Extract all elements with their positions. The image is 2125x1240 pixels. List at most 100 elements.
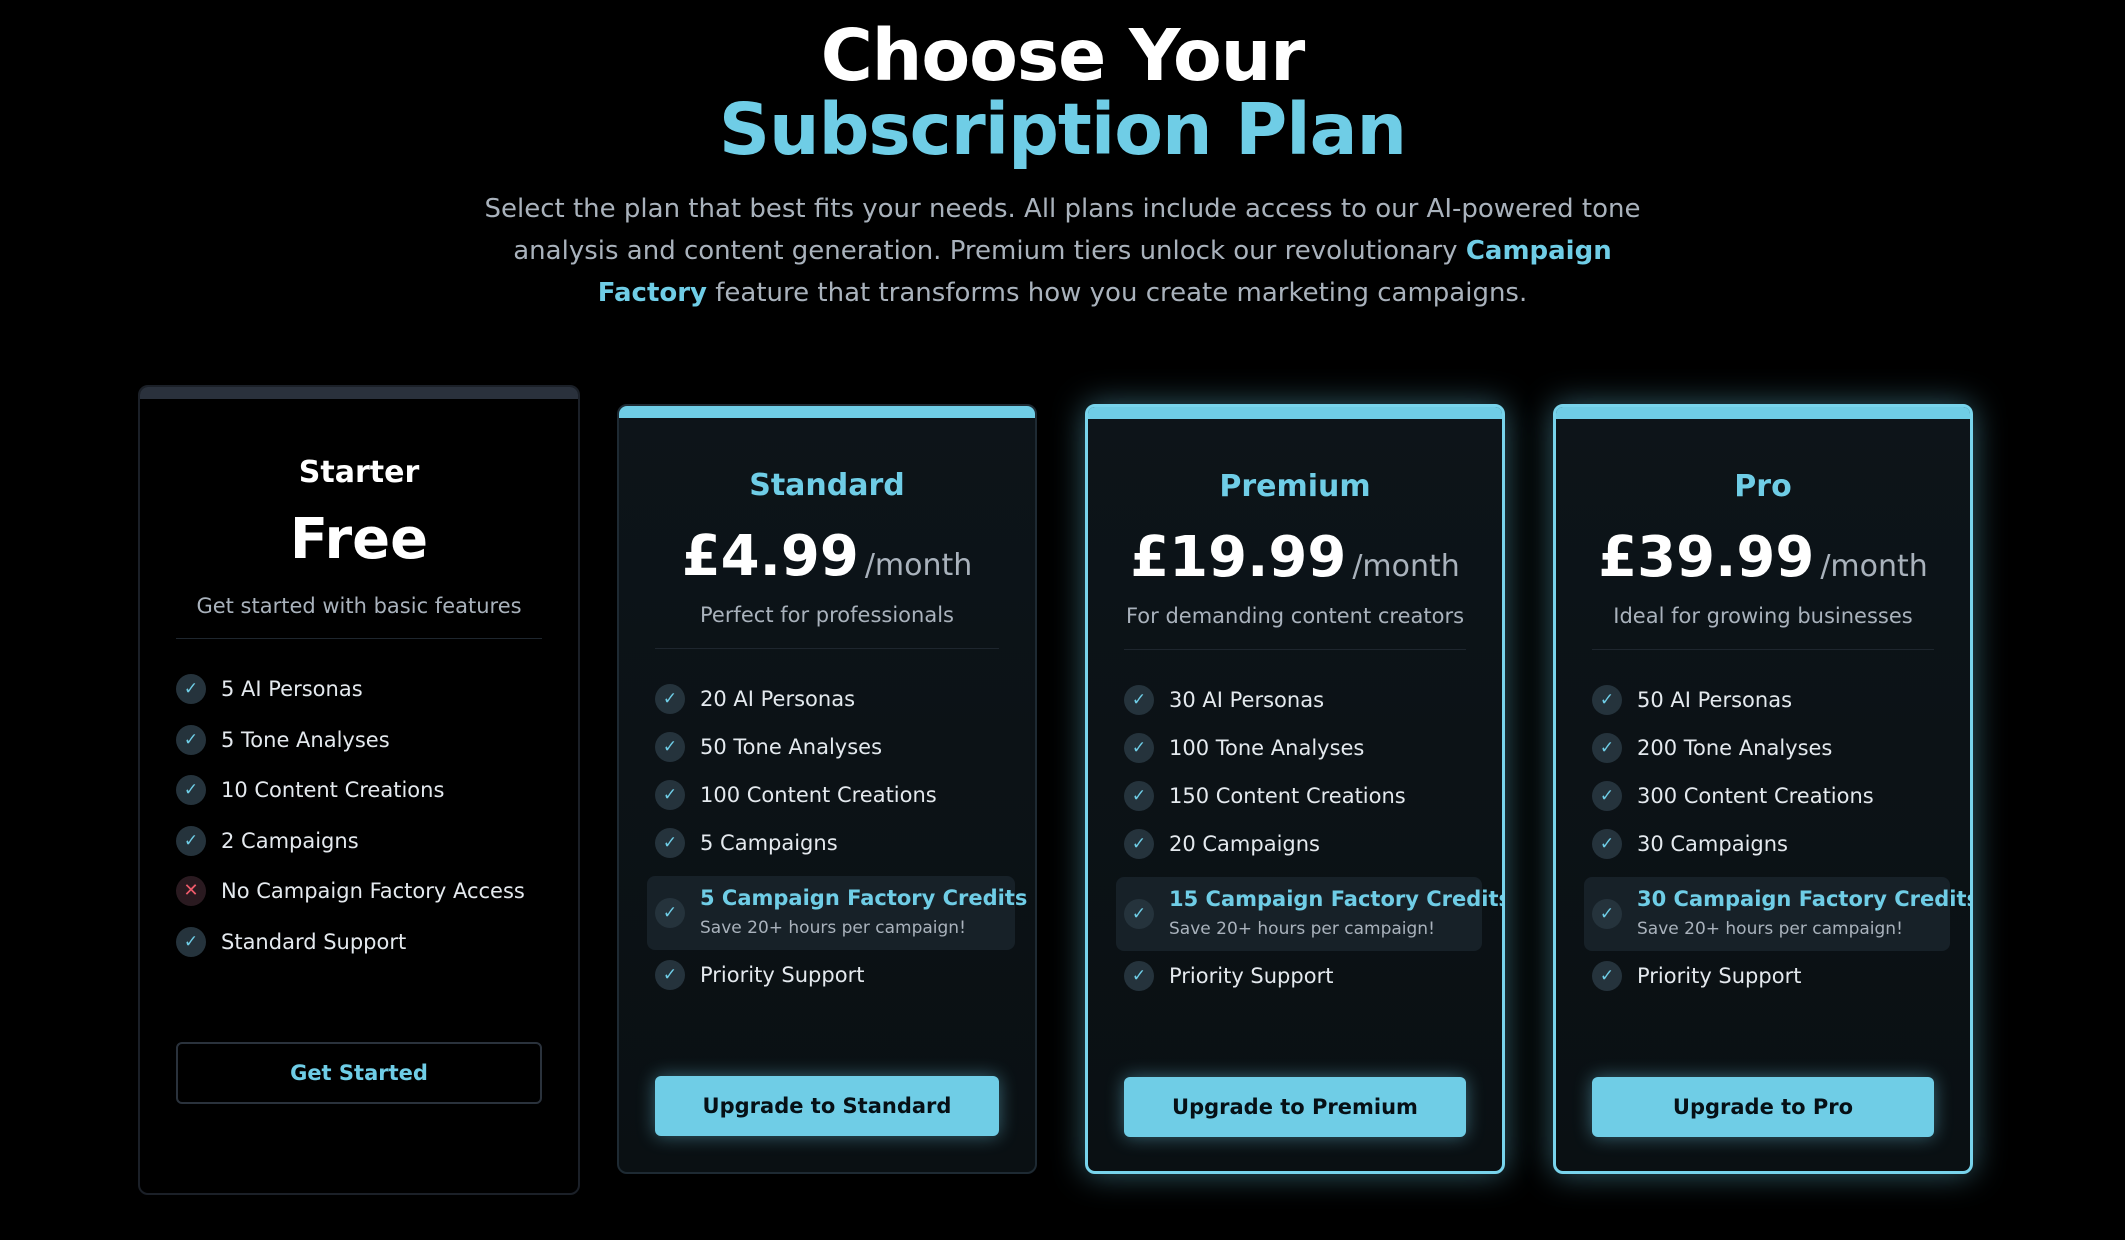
hero-section: Choose Your Subscription Plan Select the… xyxy=(0,18,2125,314)
check-icon: ✓ xyxy=(655,960,685,990)
check-icon: ✓ xyxy=(176,775,206,805)
feature-item-excluded: ✕ No Campaign Factory Access xyxy=(176,872,550,923)
divider xyxy=(655,648,999,649)
feature-item: ✓ Priority Support xyxy=(1124,957,1474,1005)
feature-item: ✓ Standard Support xyxy=(176,923,550,974)
feature-text: 10 Content Creations xyxy=(221,778,445,802)
check-icon: ✓ xyxy=(655,780,685,810)
card-top-bar xyxy=(1088,407,1502,419)
subtitle-text-end: feature that transforms how you create m… xyxy=(707,278,1528,308)
divider xyxy=(176,638,542,639)
page-title-line2: Subscription Plan xyxy=(718,88,1407,171)
check-icon: ✓ xyxy=(1592,961,1622,991)
plan-tagline: Ideal for growing businesses xyxy=(1613,604,1913,628)
feature-item: ✓ 5 Campaigns xyxy=(655,824,1007,872)
check-icon: ✓ xyxy=(1592,781,1622,811)
check-icon: ✓ xyxy=(1124,781,1154,811)
price-period: /month xyxy=(864,548,973,583)
feature-text: No Campaign Factory Access xyxy=(221,879,525,903)
feature-text: Priority Support xyxy=(1169,964,1334,988)
price-amount: £4.99 xyxy=(681,524,859,589)
price-period: /month xyxy=(1352,549,1460,584)
feature-item: ✓ 100 Tone Analyses xyxy=(1124,729,1474,777)
feature-text: 5 Campaigns xyxy=(700,831,838,855)
check-icon: ✓ xyxy=(176,825,206,856)
upgrade-pro-button[interactable]: Upgrade to Pro xyxy=(1592,1077,1934,1137)
check-icon: ✓ xyxy=(1124,733,1154,763)
feature-item: ✓ 30 Campaigns xyxy=(1592,825,1942,873)
feature-list: ✓ 50 AI Personas ✓ 200 Tone Analyses ✓ 3… xyxy=(1584,681,1970,1005)
plan-price: £39.99/month xyxy=(1556,525,1970,590)
card-top-bar xyxy=(1556,407,1970,419)
credits-label: 30 Campaign Factory Credits xyxy=(1637,887,1973,911)
feature-item: ✓ 100 Content Creations xyxy=(655,776,1007,824)
get-started-button[interactable]: Get Started xyxy=(176,1042,542,1104)
check-icon: ✓ xyxy=(1124,829,1154,859)
feature-text: Priority Support xyxy=(700,963,865,987)
feature-text: 20 Campaigns xyxy=(1169,832,1320,856)
check-icon: ✓ xyxy=(1592,685,1622,715)
plan-card-pro: Pro £39.99/month Ideal for growing busin… xyxy=(1553,404,1973,1174)
plan-name: Premium xyxy=(1219,469,1371,504)
campaign-factory-credits: ✓ 15 Campaign Factory Credits Save 20+ h… xyxy=(1116,877,1502,951)
card-top-bar xyxy=(140,387,578,399)
feature-item: ✓ 50 Tone Analyses xyxy=(655,728,1007,776)
feature-text: 30 Campaigns xyxy=(1637,832,1788,856)
plan-tagline: Get started with basic features xyxy=(196,594,522,618)
credits-label: 15 Campaign Factory Credits xyxy=(1169,887,1505,911)
plan-price: £19.99/month xyxy=(1088,525,1502,590)
feature-item: ✓ 5 Tone Analyses xyxy=(176,721,550,772)
plan-tagline: Perfect for professionals xyxy=(700,603,954,627)
feature-text: 50 Tone Analyses xyxy=(700,735,883,759)
feature-text: 20 AI Personas xyxy=(700,687,856,711)
check-icon: ✓ xyxy=(655,684,685,714)
plan-name: Starter xyxy=(298,455,420,490)
feature-item: ✓ 300 Content Creations xyxy=(1592,777,1942,825)
check-icon: ✓ xyxy=(1592,829,1622,859)
check-icon: ✓ xyxy=(176,724,206,755)
feature-text: 5 AI Personas xyxy=(221,677,363,701)
feature-text: 5 Tone Analyses xyxy=(221,727,390,752)
feature-text: Priority Support xyxy=(1637,964,1802,988)
upgrade-premium-button[interactable]: Upgrade to Premium xyxy=(1124,1077,1466,1137)
check-icon: ✓ xyxy=(176,926,206,957)
plan-card-standard: Standard £4.99/month Perfect for profess… xyxy=(617,404,1037,1174)
cross-icon: ✕ xyxy=(176,876,206,906)
feature-item: ✓ 20 AI Personas xyxy=(655,680,1007,728)
feature-text: Standard Support xyxy=(221,929,407,954)
plan-price: Free xyxy=(289,507,429,572)
feature-item: ✓ Priority Support xyxy=(655,956,1007,1004)
upgrade-standard-button[interactable]: Upgrade to Standard xyxy=(655,1076,999,1136)
pricing-page: Choose Your Subscription Plan Select the… xyxy=(0,0,2125,1240)
check-icon: ✓ xyxy=(1124,685,1154,715)
feature-item: ✓ 2 Campaigns xyxy=(176,822,550,873)
campaign-factory-credits: ✓ 30 Campaign Factory Credits Save 20+ h… xyxy=(1584,877,1970,951)
campaign-factory-credits: ✓ 5 Campaign Factory Credits Save 20+ ho… xyxy=(647,876,1027,950)
credits-note: Save 20+ hours per campaign! xyxy=(1169,919,1435,939)
feature-text: 30 AI Personas xyxy=(1169,688,1325,712)
plan-tagline: For demanding content creators xyxy=(1125,604,1465,628)
feature-text: 100 Content Creations xyxy=(700,783,937,807)
feature-text: 150 Content Creations xyxy=(1169,784,1406,808)
check-icon: ✓ xyxy=(1592,733,1622,763)
credits-note: Save 20+ hours per campaign! xyxy=(700,918,966,938)
divider xyxy=(1592,649,1934,650)
credits-label: 5 Campaign Factory Credits xyxy=(700,886,1028,910)
feature-text: 100 Tone Analyses xyxy=(1169,736,1365,760)
check-icon: ✓ xyxy=(655,828,685,858)
feature-text: 50 AI Personas xyxy=(1637,688,1793,712)
feature-item: ✓ 5 AI Personas xyxy=(176,670,550,721)
price-amount: £19.99 xyxy=(1130,525,1347,590)
feature-item: ✓ 200 Tone Analyses xyxy=(1592,729,1942,777)
check-icon: ✓ xyxy=(1592,899,1622,929)
feature-item: ✓ 10 Content Creations xyxy=(176,771,550,822)
feature-item: ✓ 20 Campaigns xyxy=(1124,825,1474,873)
plan-name: Standard xyxy=(749,468,905,503)
plan-price: £4.99/month xyxy=(619,524,1035,589)
plan-card-starter: Starter Free Get started with basic feat… xyxy=(138,385,580,1195)
feature-item: ✓ 50 AI Personas xyxy=(1592,681,1942,729)
check-icon: ✓ xyxy=(1124,899,1154,929)
divider xyxy=(1124,649,1466,650)
card-top-bar xyxy=(619,406,1035,418)
feature-item: ✓ Priority Support xyxy=(1592,957,1942,1005)
